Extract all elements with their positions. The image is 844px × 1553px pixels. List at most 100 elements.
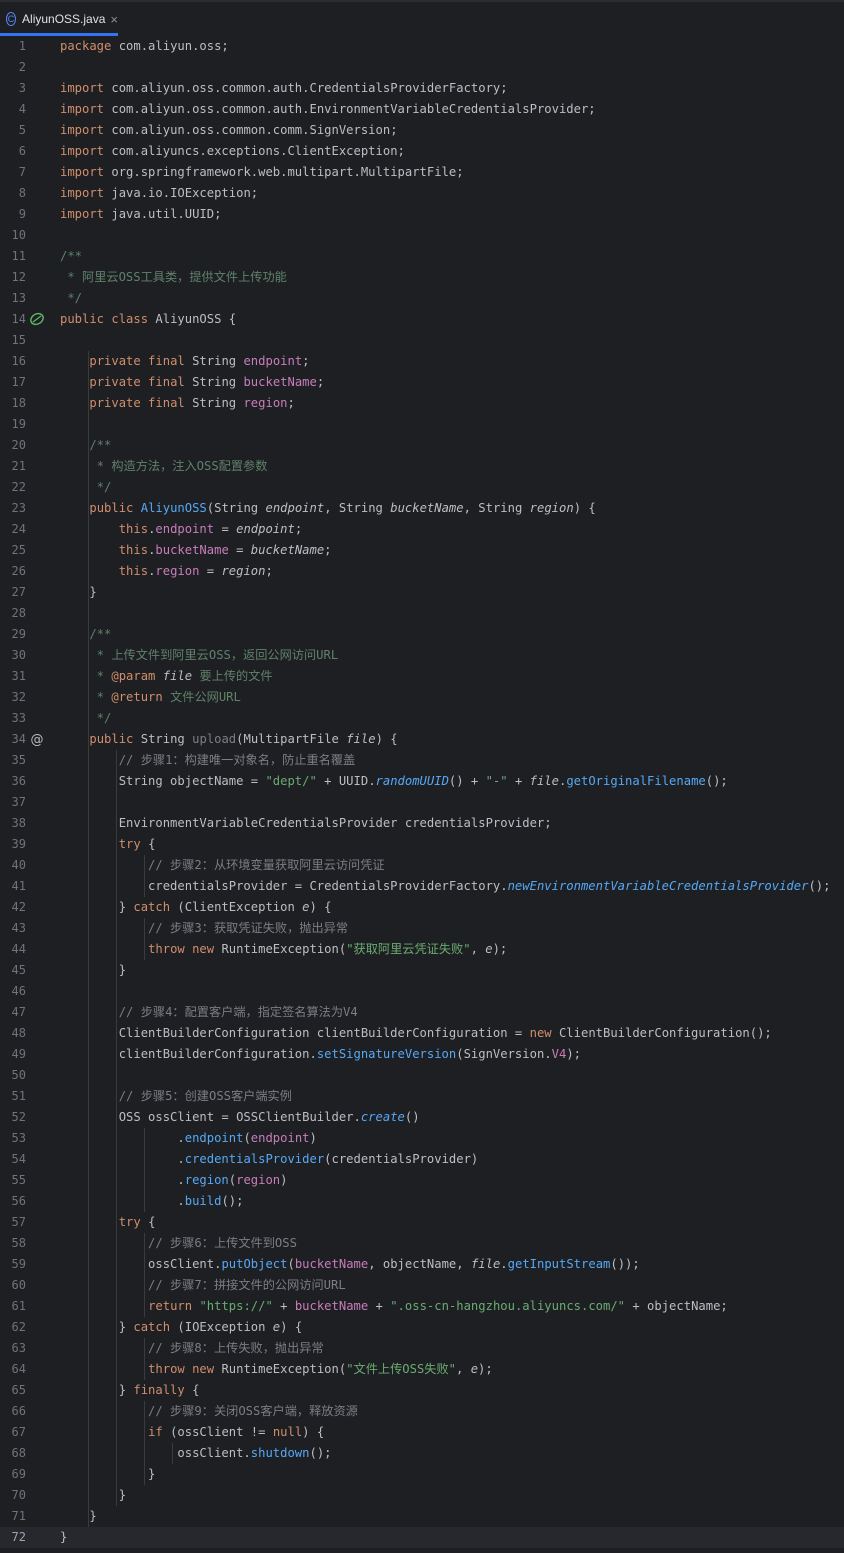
line-number[interactable]: 71	[0, 1506, 26, 1527]
line-number[interactable]: 10	[0, 225, 26, 246]
line-number[interactable]: 33	[0, 708, 26, 729]
code-line[interactable]: 6 import com.aliyuncs.exceptions.ClientEx…	[0, 141, 844, 162]
line-number[interactable]: 51	[0, 1086, 26, 1107]
code-line[interactable]: 68 ossClient.shutdown();	[0, 1443, 844, 1464]
line-number[interactable]: 28	[0, 603, 26, 624]
line-number[interactable]: 46	[0, 981, 26, 1002]
code-line[interactable]: 43 // 步骤3：获取凭证失败，抛出异常	[0, 918, 844, 939]
line-number[interactable]: 6	[0, 141, 26, 162]
code-line[interactable]: 18 private final String region;	[0, 393, 844, 414]
line-number[interactable]: 60	[0, 1275, 26, 1296]
code-line[interactable]: 40 // 步骤2：从环境变量获取阿里云访问凭证	[0, 855, 844, 876]
code-line[interactable]: 70 }	[0, 1485, 844, 1506]
line-number[interactable]: 54	[0, 1149, 26, 1170]
code-line[interactable]: 66 // 步骤9：关闭OSS客户端，释放资源	[0, 1401, 844, 1422]
line-number[interactable]: 35	[0, 750, 26, 771]
line-number[interactable]: 45	[0, 960, 26, 981]
code-line[interactable]: 30 * 上传文件到阿里云OSS，返回公网访问URL	[0, 645, 844, 666]
code-line[interactable]: 26 this.region = region;	[0, 561, 844, 582]
line-number[interactable]: 4	[0, 99, 26, 120]
code-line[interactable]: 13 */	[0, 288, 844, 309]
code-line[interactable]: 29 /**	[0, 624, 844, 645]
line-number[interactable]: 14	[0, 309, 26, 330]
line-number[interactable]: 29	[0, 624, 26, 645]
code-line[interactable]: 21 * 构造方法，注入OSS配置参数	[0, 456, 844, 477]
code-line[interactable]: 64 throw new RuntimeException("文件上传OSS失败…	[0, 1359, 844, 1380]
line-number[interactable]: 32	[0, 687, 26, 708]
code-line[interactable]: 34 @ public String upload(MultipartFile f…	[0, 729, 844, 750]
line-number[interactable]: 39	[0, 834, 26, 855]
tab-aliyunoss-java[interactable]: C AliyunOSS.java ×	[0, 5, 118, 36]
code-line[interactable]: 41 credentialsProvider = CredentialsProv…	[0, 876, 844, 897]
line-number[interactable]: 21	[0, 456, 26, 477]
code-line[interactable]: 39 try {	[0, 834, 844, 855]
line-number[interactable]: 30	[0, 645, 26, 666]
line-number[interactable]: 12	[0, 267, 26, 288]
code-line[interactable]: 52 OSS ossClient = OSSClientBuilder.crea…	[0, 1107, 844, 1128]
line-number[interactable]: 41	[0, 876, 26, 897]
line-number[interactable]: 49	[0, 1044, 26, 1065]
line-number[interactable]: 27	[0, 582, 26, 603]
code-line[interactable]: 28	[0, 603, 844, 624]
code-line[interactable]: 16 private final String endpoint;	[0, 351, 844, 372]
code-line[interactable]: 62 } catch (IOException e) {	[0, 1317, 844, 1338]
code-line[interactable]: 48 ClientBuilderConfiguration clientBuil…	[0, 1023, 844, 1044]
code-line[interactable]: 5 import com.aliyun.oss.common.comm.SignV…	[0, 120, 844, 141]
at-icon[interactable]: @	[29, 731, 45, 748]
line-number[interactable]: 64	[0, 1359, 26, 1380]
code-line[interactable]: 45 }	[0, 960, 844, 981]
code-line[interactable]: 49 clientBuilderConfiguration.setSignatu…	[0, 1044, 844, 1065]
line-number[interactable]: 2	[0, 57, 26, 78]
line-number[interactable]: 70	[0, 1485, 26, 1506]
code-line[interactable]: 22 */	[0, 477, 844, 498]
code-line[interactable]: 72}	[0, 1527, 844, 1548]
code-line[interactable]: 10	[0, 225, 844, 246]
line-number[interactable]: 31	[0, 666, 26, 687]
code-line[interactable]: 67 if (ossClient != null) {	[0, 1422, 844, 1443]
line-number[interactable]: 56	[0, 1191, 26, 1212]
line-number[interactable]: 18	[0, 393, 26, 414]
code-line[interactable]: 3 import com.aliyun.oss.common.auth.Crede…	[0, 78, 844, 99]
code-line[interactable]: 42 } catch (ClientException e) {	[0, 897, 844, 918]
code-line[interactable]: 8 import java.io.IOException;	[0, 183, 844, 204]
line-number[interactable]: 50	[0, 1065, 26, 1086]
line-number[interactable]: 8	[0, 183, 26, 204]
code-line[interactable]: 20 /**	[0, 435, 844, 456]
code-line[interactable]: 24 this.endpoint = endpoint;	[0, 519, 844, 540]
line-number[interactable]: 38	[0, 813, 26, 834]
line-number[interactable]: 20	[0, 435, 26, 456]
line-number[interactable]: 13	[0, 288, 26, 309]
line-number[interactable]: 63	[0, 1338, 26, 1359]
line-number[interactable]: 36	[0, 771, 26, 792]
code-line[interactable]: 54 .credentialsProvider(credentialsProvi…	[0, 1149, 844, 1170]
code-line[interactable]: 7 import org.springframework.web.multipar…	[0, 162, 844, 183]
code-line[interactable]: 51 // 步骤5：创建OSS客户端实例	[0, 1086, 844, 1107]
line-number[interactable]: 26	[0, 561, 26, 582]
line-number[interactable]: 48	[0, 1023, 26, 1044]
line-number[interactable]: 15	[0, 330, 26, 351]
line-number[interactable]: 9	[0, 204, 26, 225]
code-line[interactable]: 56 .build();	[0, 1191, 844, 1212]
code-line[interactable]: 44 throw new RuntimeException("获取阿里云凭证失败…	[0, 939, 844, 960]
code-line[interactable]: 65 } finally {	[0, 1380, 844, 1401]
code-line[interactable]: 33 */	[0, 708, 844, 729]
close-icon[interactable]: ×	[110, 12, 118, 27]
line-number[interactable]: 67	[0, 1422, 26, 1443]
code-line[interactable]: 37	[0, 792, 844, 813]
line-number[interactable]: 53	[0, 1128, 26, 1149]
code-line[interactable]: 47 // 步骤4：配置客户端，指定签名算法为V4	[0, 1002, 844, 1023]
code-line[interactable]: 63 // 步骤8：上传失败，抛出异常	[0, 1338, 844, 1359]
code-line[interactable]: 58 // 步骤6：上传文件到OSS	[0, 1233, 844, 1254]
line-number[interactable]: 17	[0, 372, 26, 393]
code-line[interactable]: 17 private final String bucketName;	[0, 372, 844, 393]
line-number[interactable]: 69	[0, 1464, 26, 1485]
line-number[interactable]: 16	[0, 351, 26, 372]
code-line[interactable]: 11 /**	[0, 246, 844, 267]
line-number[interactable]: 58	[0, 1233, 26, 1254]
code-line[interactable]: 38 EnvironmentVariableCredentialsProvide…	[0, 813, 844, 834]
line-number[interactable]: 37	[0, 792, 26, 813]
line-number[interactable]: 59	[0, 1254, 26, 1275]
line-number[interactable]: 40	[0, 855, 26, 876]
code-line[interactable]: 71 }	[0, 1506, 844, 1527]
code-line[interactable]: 60 // 步骤7：拼接文件的公网访问URL	[0, 1275, 844, 1296]
